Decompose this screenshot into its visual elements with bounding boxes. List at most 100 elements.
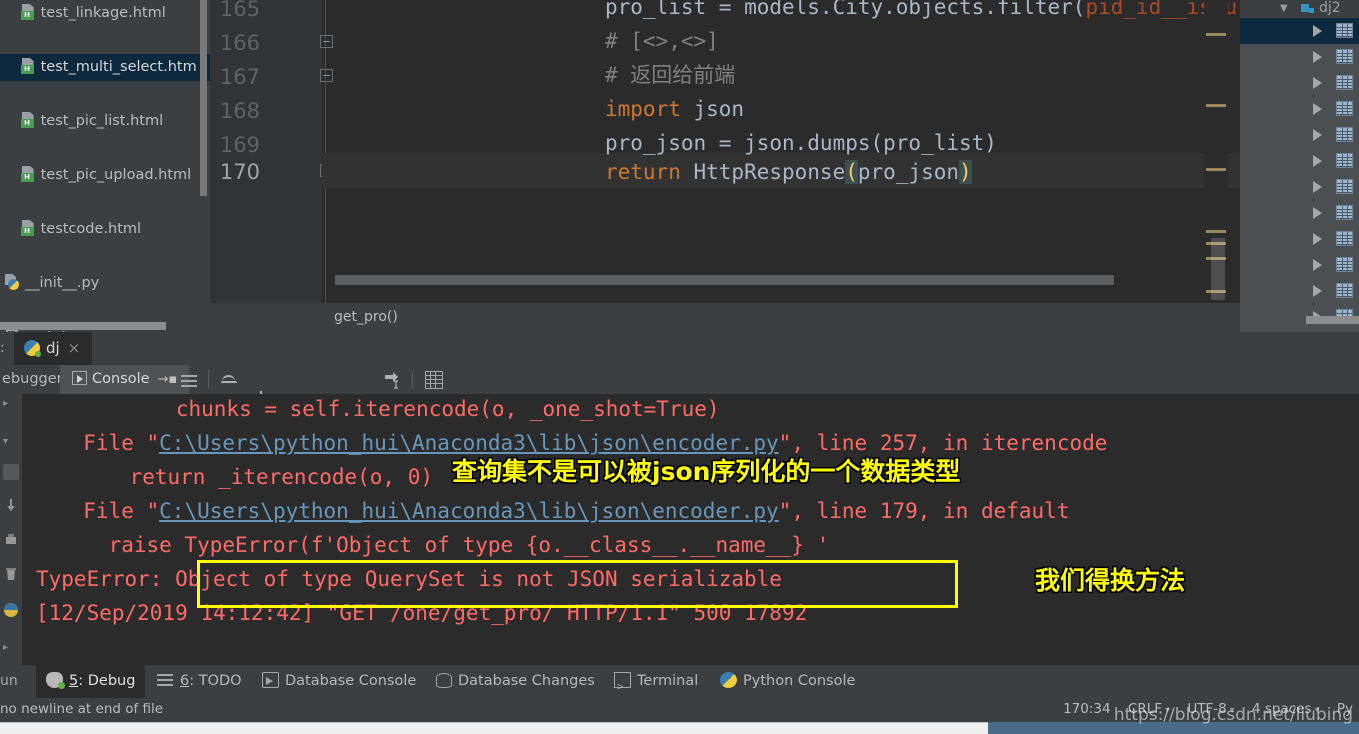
tab-python-console[interactable]: Python Console xyxy=(710,665,865,698)
pin-tab-icon[interactable]: →▪ xyxy=(158,365,178,394)
database-table-row[interactable] xyxy=(1240,226,1359,252)
print-icon[interactable] xyxy=(3,532,19,548)
stripe-marker[interactable] xyxy=(1206,33,1226,36)
tree-item[interactable]: test_pic_list.html xyxy=(0,108,210,135)
console-text: raise TypeError(f'Object of type {o.__cl… xyxy=(58,533,830,557)
bug-icon xyxy=(46,672,65,689)
database-console-icon xyxy=(262,672,279,688)
code-text[interactable]: pro_list = models.City.objects.filter(pi… xyxy=(322,0,1240,303)
table-icon xyxy=(1336,75,1353,90)
database-table-row[interactable] xyxy=(1240,200,1359,226)
tab-database-console[interactable]: Database Console xyxy=(252,665,426,698)
breadcrumb[interactable]: get_pro() xyxy=(210,303,1240,332)
expand-arrow-icon[interactable] xyxy=(1313,103,1322,115)
console-text: ", line 179, in default xyxy=(778,499,1070,523)
expand-arrow-icon[interactable] xyxy=(1313,181,1322,193)
code-editor[interactable]: 165 166 167 168 169 170 pro_list = model… xyxy=(210,0,1240,303)
python-glyph xyxy=(4,603,18,617)
tab-debugger[interactable]: ebugger xyxy=(0,365,63,394)
annotation-note-2: 我们得换方法 xyxy=(1035,566,1186,595)
html-file-icon xyxy=(20,4,37,21)
bottom-strip-left xyxy=(0,722,988,734)
expand-arrow-icon[interactable] xyxy=(1313,233,1322,245)
expand-arrow-icon[interactable] xyxy=(1313,25,1322,37)
tab-console[interactable]: Console →▪ xyxy=(60,365,190,394)
expand-arrow-icon[interactable] xyxy=(1313,51,1322,63)
menu-lines-icon[interactable] xyxy=(180,371,198,389)
print-glyph xyxy=(6,534,16,544)
chevron-icon[interactable]: ▸ xyxy=(3,398,19,414)
database-tool-window[interactable]: ▼ dj2 xyxy=(1240,0,1359,332)
tab-debug[interactable]: 5: Debug xyxy=(36,665,146,698)
line-number: 168 xyxy=(219,99,260,123)
close-icon[interactable]: × xyxy=(68,339,81,357)
tab-label: Database Changes xyxy=(458,673,595,689)
stripe-marker[interactable] xyxy=(1206,104,1226,107)
rerun-icon[interactable] xyxy=(3,464,19,480)
tab-console-label: Console xyxy=(92,371,150,387)
html-file-icon xyxy=(20,58,37,75)
trash-icon[interactable] xyxy=(3,566,19,582)
line-number-current: 170 xyxy=(219,160,260,184)
line-number: 165 xyxy=(219,0,260,21)
tree-item-selected[interactable]: test_multi_select.htm xyxy=(0,54,210,81)
tree-item[interactable]: testcode.html xyxy=(0,216,210,243)
expand-arrow-icon[interactable] xyxy=(1313,155,1322,167)
tree-item-label: test_pic_upload.html xyxy=(40,167,192,183)
editor-error-stripe[interactable] xyxy=(1204,0,1228,303)
table-icon xyxy=(1336,283,1353,298)
caret-position[interactable]: 170:34 xyxy=(1063,701,1111,717)
tabbar-lead-label: un xyxy=(0,673,18,689)
expand-arrow-icon[interactable] xyxy=(1313,285,1322,297)
database-table-row[interactable] xyxy=(1240,96,1359,122)
tree-item[interactable]: test_pic_upload.html xyxy=(0,162,210,189)
run-to-cursor-icon[interactable] xyxy=(383,371,401,389)
database-table-row[interactable] xyxy=(1240,278,1359,304)
console-output[interactable]: chunks = self.iterencode(o, _one_shot=Tr… xyxy=(22,394,1359,665)
editor-horizontal-scrollbar[interactable] xyxy=(335,275,1114,285)
table-icon xyxy=(1336,257,1353,272)
code-token: pro_json = json.dumps(pro_list) xyxy=(605,131,997,155)
table-icon xyxy=(1336,153,1353,168)
tab-terminal[interactable]: Terminal xyxy=(604,665,708,703)
console-run-icon xyxy=(72,371,87,385)
database-table-row[interactable] xyxy=(1240,148,1359,174)
database-table-row[interactable] xyxy=(1240,122,1359,148)
expand-arrow-icon[interactable] xyxy=(1313,129,1322,141)
file-path-link[interactable]: C:\Users\python_hui\Anaconda3\lib\json\e… xyxy=(159,499,779,523)
tree-vertical-scrollbar[interactable] xyxy=(200,0,207,196)
editor-vertical-scrollbar-thumb[interactable] xyxy=(1211,238,1225,300)
code-keyword: import xyxy=(605,97,681,121)
tree-horizontal-scrollbar[interactable] xyxy=(0,322,166,330)
tree-item[interactable]: __init__.py xyxy=(0,270,210,297)
python-console-icon[interactable] xyxy=(3,602,19,618)
tab-label: : Debug xyxy=(78,673,136,689)
editor-gutter[interactable]: 165 166 167 168 169 170 xyxy=(210,0,322,303)
database-horizontal-scrollbar[interactable] xyxy=(1306,316,1359,324)
download-icon[interactable] xyxy=(3,498,19,514)
tab-label: Database Console xyxy=(285,673,417,689)
chevron-down-icon[interactable]: ▾ xyxy=(3,436,19,452)
tree-item-label: testcode.html xyxy=(40,221,142,237)
database-table-row[interactable] xyxy=(1240,44,1359,70)
python-console-icon xyxy=(720,672,737,688)
step-over-icon[interactable] xyxy=(220,371,238,389)
stripe-marker[interactable] xyxy=(1206,230,1226,233)
tab-todo[interactable]: 6: TODO xyxy=(147,665,252,698)
database-table-row[interactable] xyxy=(1240,18,1359,44)
tree-item[interactable]: test_linkage.html xyxy=(0,0,210,27)
expand-arrow-icon[interactable] xyxy=(1313,259,1322,271)
project-file-tree[interactable]: test_linkage.html test_multi_select.htm … xyxy=(0,0,210,332)
database-table-row[interactable] xyxy=(1240,174,1359,200)
chevron-down-icon[interactable]: ▼ xyxy=(1280,3,1288,14)
tab-database-changes[interactable]: Database Changes xyxy=(425,665,605,698)
database-table-row[interactable] xyxy=(1240,252,1359,278)
database-name-label: dj2 xyxy=(1319,0,1341,16)
chevron-icon[interactable]: ▸ xyxy=(3,642,19,658)
evaluate-grid-icon[interactable] xyxy=(425,371,443,389)
expand-arrow-icon[interactable] xyxy=(1313,207,1322,219)
stripe-marker[interactable] xyxy=(1206,168,1226,171)
expand-arrow-icon[interactable] xyxy=(1313,77,1322,89)
database-table-row[interactable] xyxy=(1240,70,1359,96)
debug-session-tab-dj[interactable]: dj × xyxy=(14,332,93,365)
